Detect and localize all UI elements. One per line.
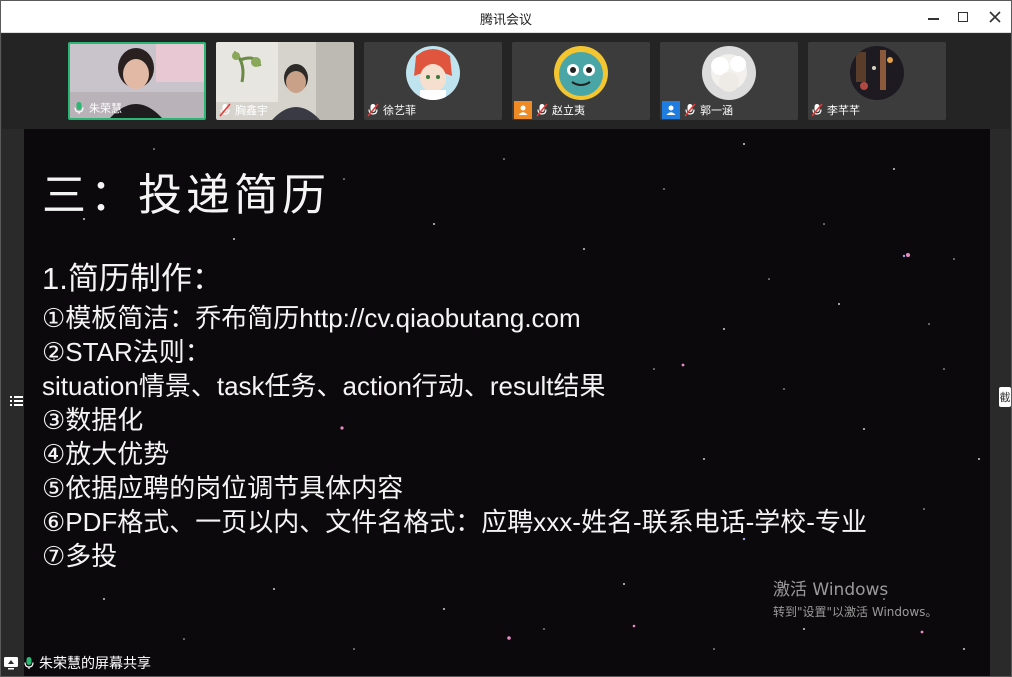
participant-tile[interactable]: 胸鑫宇 [216,42,354,120]
user-badge [514,101,532,119]
participant-name: 徐艺菲 [383,104,416,117]
participant-namebar: 郭一涵 [660,100,737,120]
watermark-line-2: 转到"设置"以激活 Windows。 [773,605,938,619]
presentation-slide: 三：投递简历 1.简历制作： ①模板简洁：乔布简历http://cv.qiaob… [24,129,990,676]
participant-name: 胸鑫宇 [235,104,268,117]
slide-line: ①模板简洁：乔布简历http://cv.qiaobutang.com [42,303,581,333]
microphone-on-icon [24,657,34,669]
participant-tile[interactable]: 徐艺菲 [364,42,502,120]
person-icon [518,105,528,115]
microphone-muted-icon [367,103,379,117]
avatar [554,46,608,100]
slide-line: ⑥PDF格式、一页以内、文件名格式：应聘xxx-姓名-联系电话-学校-专业 [42,507,867,537]
participant-name: 郭一涵 [700,104,733,117]
participant-namebar: 朱荣慧 [70,98,126,118]
participant-tile[interactable]: 李芊芊 [808,42,946,120]
close-icon [989,11,1001,23]
microphone-muted-icon [536,103,548,117]
participant-namebar: 胸鑫宇 [216,100,272,120]
share-status-text: 朱荣慧的屏幕共享 [39,656,151,672]
slide-body: 1.简历制作： ①模板简洁：乔布简历http://cv.qiaobutang.c… [42,257,867,573]
participant-name: 赵立夷 [552,104,585,117]
microphone-on-icon [74,102,84,114]
microphone-muted-icon [219,103,231,117]
maximize-icon [958,12,968,22]
screen-share-icon [4,657,18,670]
participant-strip: 朱荣慧 胸鑫宇 徐艺菲 赵立夷 郭一涵 李芊芊 [2,34,1010,129]
avatar [702,46,756,100]
participant-tile[interactable]: 郭一涵 [660,42,798,120]
title-bar: 腾讯会议 [1,1,1011,33]
slide-line: ⑤依据应聘的岗位调节具体内容 [42,473,404,503]
screen-share-status: 朱荣慧的屏幕共享 [3,652,151,674]
minimize-button[interactable] [923,7,943,27]
minimize-icon [927,18,939,20]
shared-screen-area: 三：投递简历 1.简历制作： ①模板简洁：乔布简历http://cv.qiaob… [2,129,1010,676]
maximize-button[interactable] [953,7,973,27]
watermark-line-1: 激活 Windows [773,580,889,600]
avatar [406,46,460,100]
slide-title: 三：投递简历 [42,170,330,221]
slide-line: situation情景、task任务、action行动、result结果 [42,371,606,401]
member-list-toggle[interactable] [7,389,25,413]
slide-line: ③数据化 [42,405,144,435]
person-icon [666,105,676,115]
meeting-window: 腾讯会议 朱荣慧 胸鑫宇 徐艺菲 赵立夷 郭一涵 李芊芊 三：投递简历 1.简历… [0,0,1012,677]
participant-name: 朱荣慧 [89,102,122,115]
slide-line: ④放大优势 [42,439,170,469]
participant-tile[interactable]: 朱荣慧 [68,42,206,120]
participant-name: 李芊芊 [827,104,860,117]
slide-line: ⑦多投 [42,541,118,571]
list-icon [10,396,23,406]
window-title: 腾讯会议 [479,13,532,28]
screenshot-tab[interactable]: 截 [999,387,1011,407]
participant-namebar: 李芊芊 [808,100,864,120]
windows-activation-watermark: 激活 Windows 转到"设置"以激活 Windows。 [773,575,937,620]
participant-namebar: 徐艺菲 [364,100,420,120]
avatar [850,46,904,100]
slide-line: ②STAR法则： [42,337,211,367]
participant-namebar: 赵立夷 [512,100,589,120]
close-button[interactable] [985,7,1005,27]
microphone-muted-icon [811,103,823,117]
user-badge [662,101,680,119]
microphone-muted-icon [684,103,696,117]
slide-heading: 1.简历制作： [42,261,223,296]
participant-tile[interactable]: 赵立夷 [512,42,650,120]
